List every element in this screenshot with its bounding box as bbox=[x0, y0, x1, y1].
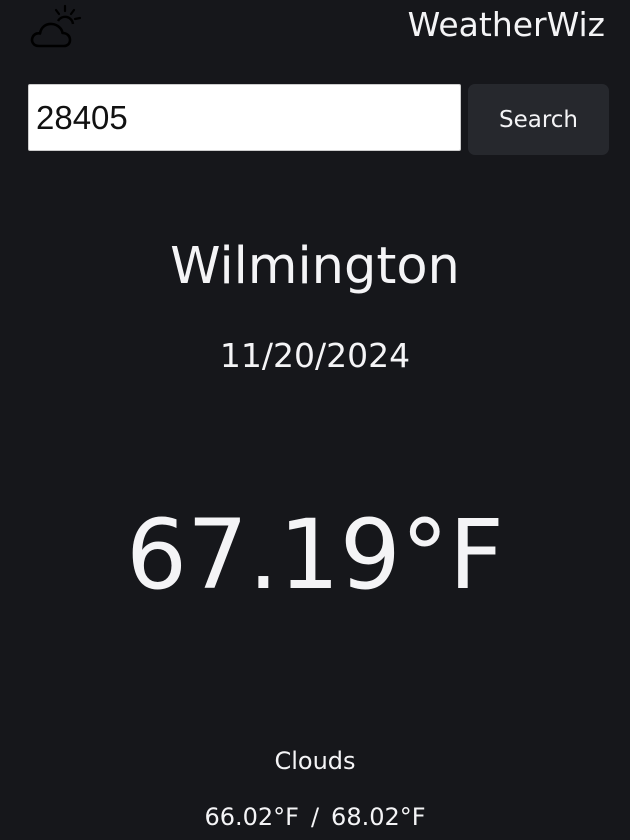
forecast-date: 11/20/2024 bbox=[219, 336, 411, 375]
search-button[interactable]: Search bbox=[468, 84, 609, 155]
city-name: Wilmington bbox=[170, 237, 460, 296]
low-temperature: 66.02°F bbox=[204, 803, 299, 831]
cloud-sun-icon bbox=[29, 4, 83, 50]
temperature-range: 66.02°F / 68.02°F bbox=[0, 802, 630, 832]
high-temperature: 68.02°F bbox=[331, 803, 426, 831]
zip-search-input[interactable] bbox=[28, 84, 461, 151]
weather-condition: Clouds bbox=[274, 747, 356, 775]
search-bar: Search bbox=[28, 84, 609, 155]
brand-title[interactable]: WeatherWiz bbox=[408, 5, 605, 45]
current-temperature: 67.19°F bbox=[125, 499, 505, 611]
range-separator: / bbox=[310, 803, 320, 831]
